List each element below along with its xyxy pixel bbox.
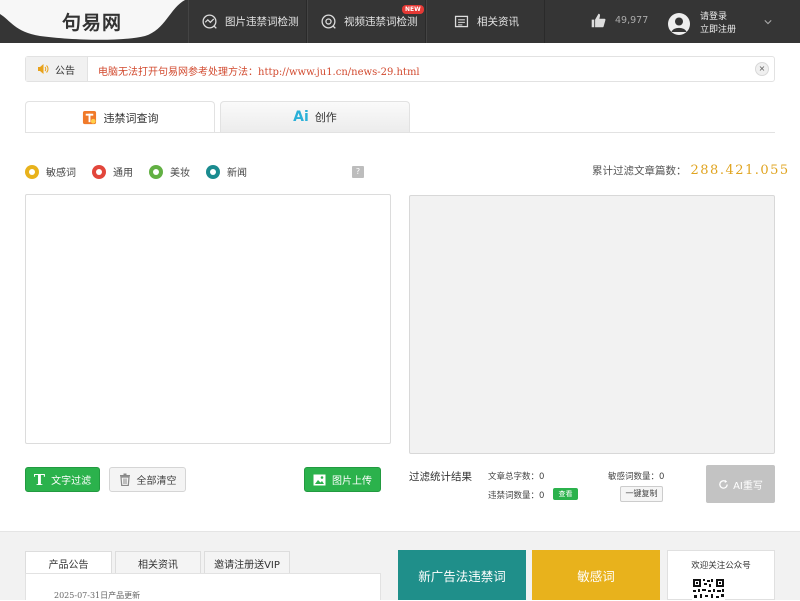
announcement-link[interactable]: 电脑无法打开句易网参考处理方法：http://www.ju1.cn/news-2… <box>98 63 420 78</box>
announcement-tag-label: 公告 <box>55 65 75 77</box>
radio-label: 敏感词 <box>46 168 76 179</box>
image-upload-label: 图片上传 <box>332 476 372 487</box>
top-navigation-bar: 句易网 图片违禁词检测 视频违禁词检测 NEW 相关资讯 49,977 请登录 … <box>0 0 800 43</box>
clear-all-button[interactable]: 全部清空 <box>109 467 186 492</box>
nav-image-check-label: 图片违禁词检测 <box>225 16 299 28</box>
radio-sensitive[interactable]: 敏感词 <box>25 164 76 179</box>
result-stats-title: 过滤统计结果 <box>409 471 472 483</box>
speaker-icon <box>38 64 49 74</box>
announcement-bar: 公告 电脑无法打开句易网参考处理方法：http://www.ju1.cn/new… <box>25 56 775 82</box>
tab-word-check-label: 违禁词查询 <box>103 111 159 125</box>
image-upload-button[interactable]: 图片上传 <box>304 467 381 492</box>
clear-all-label: 全部清空 <box>136 476 177 487</box>
nav-video-check-label: 视频违禁词检测 <box>344 16 418 28</box>
new-badge: NEW <box>402 5 424 14</box>
tabs-divider <box>25 132 775 133</box>
login-link[interactable]: 请登录 <box>700 11 736 24</box>
wechat-follow-box: 欢迎关注公众号 <box>667 550 775 600</box>
radio-dot <box>206 164 220 179</box>
violation-count: 违禁词数量：0 <box>488 491 545 501</box>
sensitive-count: 敏感词数量：0 <box>608 472 665 482</box>
wechat-follow-title: 欢迎关注公众号 <box>691 561 751 571</box>
tab-create[interactable]: Ai 创作 <box>220 101 410 132</box>
help-icon[interactable]: ? <box>352 166 364 178</box>
announcement-tag: 公告 <box>26 57 88 81</box>
filter-result-area <box>409 195 775 454</box>
news-icon <box>454 15 469 28</box>
total-filtered-label: 累计过滤文章篇数： <box>592 165 687 177</box>
tab-product-announcements[interactable]: 产品公告 <box>25 551 112 574</box>
refresh-icon <box>719 479 728 489</box>
close-icon[interactable]: × <box>755 62 769 76</box>
like-count: 49,977 <box>615 15 649 26</box>
thumbs-up-icon <box>591 13 606 28</box>
nav-news-label: 相关资讯 <box>477 16 519 28</box>
text-check-icon <box>82 110 96 125</box>
ai-rewrite-button[interactable]: AI重写 <box>706 465 775 503</box>
nav-image-check[interactable]: 图片违禁词检测 <box>188 0 307 43</box>
tab-related-news[interactable]: 相关资讯 <box>115 551 201 574</box>
radio-beauty[interactable]: 美妆 <box>149 164 190 179</box>
sensitive-words-tile[interactable]: 敏感词 <box>532 550 660 600</box>
user-login-area[interactable]: 请登录 立即注册 <box>668 11 736 37</box>
radio-label: 新闻 <box>227 168 247 179</box>
tab-invite-vip[interactable]: 邀请注册送VIP <box>204 551 290 574</box>
video-scan-icon <box>321 14 336 29</box>
category-selector: 敏感词 通用 美妆 新闻 <box>25 164 263 179</box>
text-filter-label: 文字过滤 <box>51 476 92 487</box>
ai-icon: Ai <box>293 109 309 125</box>
radio-dot <box>25 164 39 179</box>
tab-word-check[interactable]: 违禁词查询 <box>25 101 215 133</box>
word-count: 文章总字数：0 <box>488 472 545 482</box>
total-filtered-value: 288.421.055 <box>690 163 790 178</box>
radio-general[interactable]: 通用 <box>92 164 133 179</box>
radio-label: 美妆 <box>170 168 190 179</box>
trash-icon <box>119 473 130 486</box>
radio-dot <box>149 164 163 179</box>
ad-law-words-tile[interactable]: 新广告法违禁词 <box>398 550 526 600</box>
image-scan-icon <box>202 14 217 29</box>
tab-create-label: 创作 <box>314 111 337 124</box>
radio-label: 通用 <box>113 168 133 179</box>
nav-news[interactable]: 相关资讯 <box>426 0 545 43</box>
text-filter-button[interactable]: T 文字过滤 <box>25 467 100 492</box>
text-icon: T <box>33 470 46 489</box>
copy-all-button[interactable]: 一键复制 <box>620 486 663 502</box>
radio-dot <box>92 164 106 179</box>
user-icon <box>671 17 687 32</box>
list-item[interactable]: 2025-07-31日产品更新 <box>54 590 140 601</box>
text-input-area[interactable] <box>25 194 391 444</box>
ai-rewrite-label: AI重写 <box>733 480 763 492</box>
announcement-list: 2025-07-31日产品更新 <box>25 573 381 600</box>
avatar <box>668 13 690 35</box>
image-icon <box>313 474 326 485</box>
view-button[interactable]: 查看 <box>553 488 578 500</box>
total-filtered-counter: 累计过滤文章篇数： 288.421.055 <box>592 163 790 178</box>
qr-code-icon <box>692 578 725 600</box>
chevron-down-icon[interactable] <box>764 18 772 26</box>
register-link[interactable]: 立即注册 <box>700 24 736 37</box>
radio-news[interactable]: 新闻 <box>206 164 247 179</box>
like-counter[interactable]: 49,977 <box>590 12 648 29</box>
logo[interactable]: 句易网 <box>62 8 122 35</box>
